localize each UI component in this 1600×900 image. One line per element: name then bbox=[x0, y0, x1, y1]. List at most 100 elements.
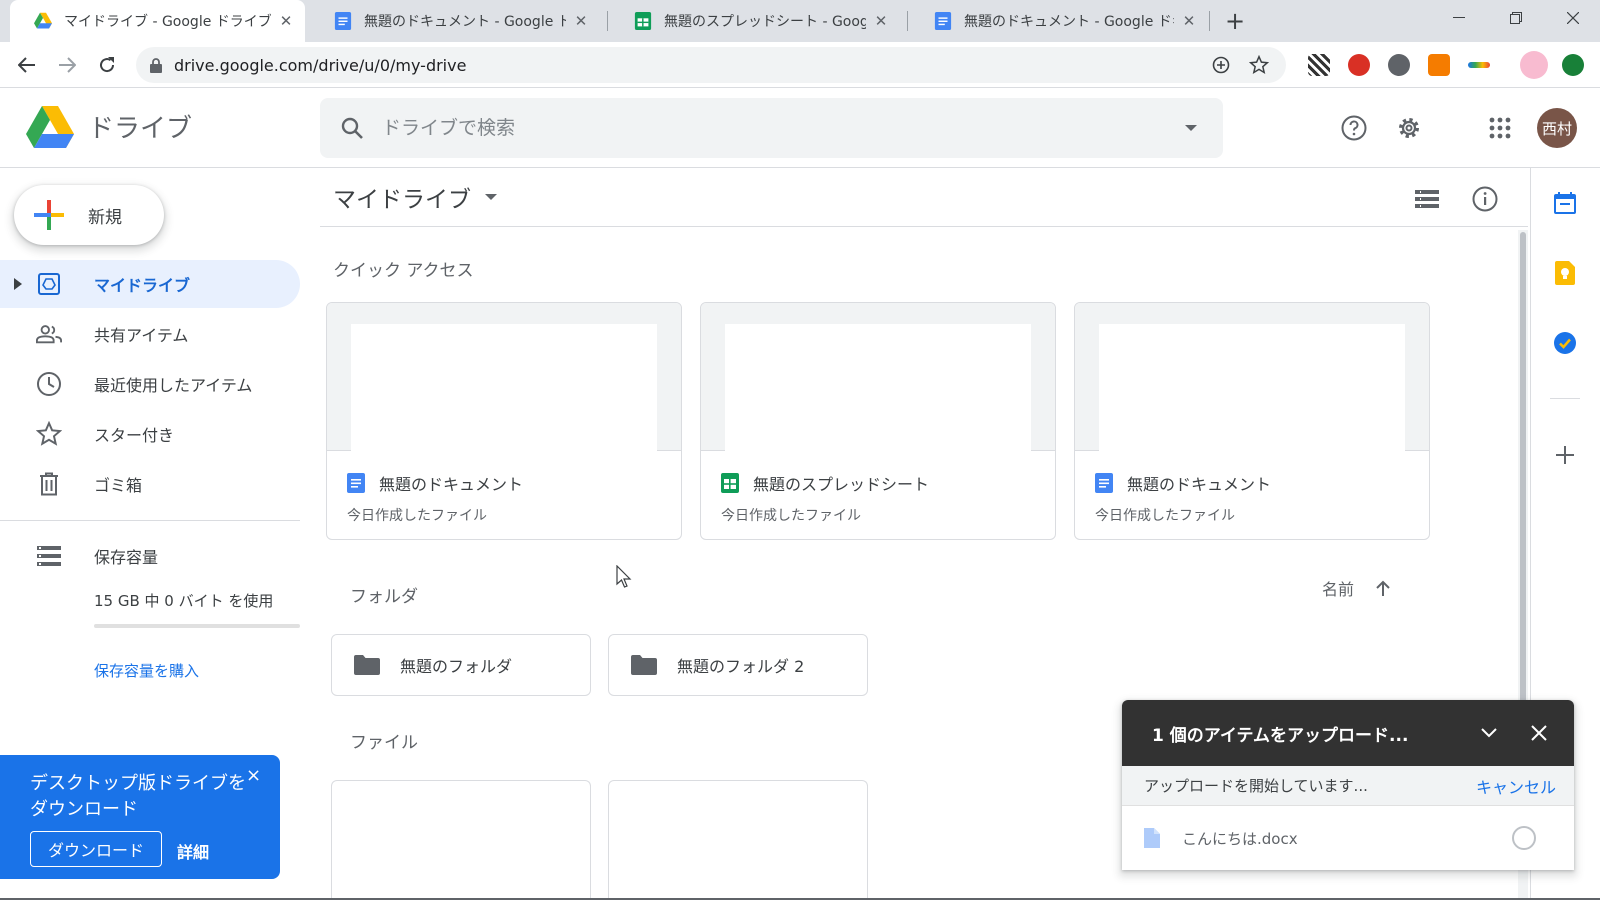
browser-tab-sheets[interactable]: 無題のスプレッドシート - Google スプ ✕ bbox=[610, 0, 900, 42]
file-subtitle: 今日作成したファイル bbox=[1095, 508, 1235, 524]
tab-close-icon[interactable]: ✕ bbox=[872, 12, 890, 30]
address-bar[interactable]: drive.google.com/drive/u/0/my-drive bbox=[136, 47, 1286, 83]
docs-icon bbox=[347, 473, 365, 493]
browser-tab-docs-1[interactable]: 無題のドキュメント - Google ドキュメ ✕ bbox=[310, 0, 600, 42]
rainbow-extension-icon[interactable] bbox=[1468, 62, 1490, 68]
folder-item[interactable]: 無題のフォルダ bbox=[331, 634, 591, 696]
my-drive-title-dropdown[interactable]: マイドライブ bbox=[333, 180, 497, 214]
skype-extension-icon[interactable] bbox=[1388, 54, 1410, 76]
expand-arrow-icon[interactable] bbox=[14, 278, 22, 290]
upload-status-row: アップロードを開始しています... キャンセル bbox=[1122, 766, 1574, 806]
file-card[interactable] bbox=[331, 780, 591, 900]
buy-storage-link[interactable]: 保存容量を購入 bbox=[94, 660, 199, 681]
browser-tab-docs-2[interactable]: 無題のドキュメント - Google ドキュメ ✕ bbox=[910, 0, 1208, 42]
search-options-chevron-down-icon[interactable] bbox=[1171, 125, 1211, 131]
collapse-chevron-down-icon[interactable] bbox=[1474, 718, 1504, 748]
update-arrow-icon[interactable] bbox=[1562, 54, 1584, 76]
tab-title: 無題のドキュメント - Google ドキュメ bbox=[364, 14, 566, 30]
red-extension-icon[interactable] bbox=[1348, 54, 1370, 76]
tab-title: 無題のドキュメント - Google ドキュメ bbox=[964, 14, 1174, 30]
brand-name: ドライブ bbox=[88, 114, 193, 144]
new-button-label: 新規 bbox=[88, 207, 122, 228]
info-icon[interactable] bbox=[1470, 184, 1500, 214]
sidebar-item-shared[interactable]: 共有アイテム bbox=[0, 310, 300, 358]
document-file-icon bbox=[1144, 828, 1160, 848]
add-addon-plus-icon[interactable] bbox=[1552, 442, 1578, 468]
minimize-button[interactable] bbox=[1430, 0, 1488, 36]
star-bookmark-icon[interactable] bbox=[1248, 54, 1270, 76]
sidebar-item-label: ゴミ箱 bbox=[94, 476, 143, 495]
add-bookmark-plus-icon[interactable] bbox=[1210, 54, 1232, 76]
browser-tab-bar: マイドライブ - Google ドライブ ✕ 無題のドキュメント - Googl… bbox=[0, 0, 1600, 42]
tab-close-icon[interactable]: ✕ bbox=[1180, 12, 1198, 30]
sidebar-item-label: マイドライブ bbox=[94, 276, 191, 295]
promo-close-icon[interactable]: × bbox=[246, 765, 261, 786]
side-panel-divider bbox=[1550, 398, 1580, 399]
help-icon[interactable] bbox=[1338, 112, 1370, 144]
sidebar-item-trash[interactable]: ゴミ箱 bbox=[0, 460, 300, 508]
browser-toolbar: drive.google.com/drive/u/0/my-drive bbox=[0, 42, 1600, 88]
arrow-up-icon[interactable] bbox=[1376, 580, 1390, 596]
browser-tab-drive[interactable]: マイドライブ - Google ドライブ ✕ bbox=[10, 0, 305, 42]
upload-file-name: こんにちは.docx bbox=[1182, 829, 1298, 848]
file-subtitle: 今日作成したファイル bbox=[721, 508, 861, 524]
profile-glasses-icon[interactable] bbox=[1520, 51, 1548, 79]
new-button[interactable]: 新規 bbox=[14, 185, 164, 245]
close-upload-icon[interactable] bbox=[1524, 718, 1554, 748]
qr-extension-icon[interactable] bbox=[1308, 54, 1330, 76]
plus-multicolor-icon bbox=[34, 200, 64, 230]
settings-gear-icon[interactable] bbox=[1393, 112, 1425, 144]
tab-close-icon[interactable]: ✕ bbox=[572, 12, 590, 30]
upload-status-text: アップロードを開始しています... bbox=[1144, 777, 1368, 795]
desktop-promo-card: デスクトップ版ドライブをダウンロード × ダウンロード 詳細 bbox=[0, 755, 280, 879]
storage-usage-bar bbox=[94, 624, 300, 628]
quick-access-card[interactable]: 無題のドキュメント 今日作成したファイル bbox=[1074, 302, 1430, 540]
tasks-icon[interactable] bbox=[1552, 330, 1578, 356]
sidebar-item-label: スター付き bbox=[94, 426, 175, 445]
sheets-icon bbox=[634, 12, 652, 30]
sidebar-divider bbox=[0, 520, 300, 521]
back-button[interactable] bbox=[12, 50, 42, 80]
tab-separator bbox=[607, 11, 608, 31]
close-window-button[interactable] bbox=[1544, 0, 1600, 36]
sidebar-item-label: 保存容量 bbox=[94, 548, 159, 567]
tab-close-icon[interactable]: ✕ bbox=[277, 12, 295, 30]
folder-icon bbox=[631, 655, 657, 675]
search-bar[interactable] bbox=[320, 98, 1223, 158]
storage-icon bbox=[36, 543, 62, 569]
quick-access-card[interactable]: 無題のドキュメント 今日作成したファイル bbox=[326, 302, 682, 540]
folder-name: 無題のフォルダ 2 bbox=[677, 657, 805, 676]
download-button[interactable]: ダウンロード bbox=[30, 831, 162, 867]
reload-button[interactable] bbox=[92, 50, 122, 80]
account-avatar[interactable]: 西村 bbox=[1537, 108, 1577, 148]
quick-access-heading: クイック アクセス bbox=[333, 261, 474, 281]
file-card[interactable] bbox=[608, 780, 868, 900]
list-view-icon[interactable] bbox=[1412, 184, 1442, 214]
search-input[interactable] bbox=[382, 117, 1171, 139]
sidebar-item-starred[interactable]: スター付き bbox=[0, 410, 300, 458]
forward-button[interactable] bbox=[52, 50, 82, 80]
sidebar-item-recent[interactable]: 最近使用したアイテム bbox=[0, 360, 300, 408]
sort-by-name[interactable]: 名前 bbox=[1322, 576, 1390, 600]
folder-item[interactable]: 無題のフォルダ 2 bbox=[608, 634, 868, 696]
calendar-icon[interactable] bbox=[1552, 190, 1578, 216]
page-title: マイドライブ bbox=[333, 187, 471, 213]
minimize-icon bbox=[1453, 17, 1465, 18]
quick-access-card[interactable]: 無題のスプレッドシート 今日作成したファイル bbox=[700, 302, 1056, 540]
file-subtitle: 今日作成したファイル bbox=[347, 508, 487, 524]
folder-icon bbox=[354, 655, 380, 675]
tab-separator bbox=[907, 11, 908, 31]
sidebar-item-storage[interactable]: 保存容量 bbox=[0, 532, 300, 580]
keep-icon[interactable] bbox=[1552, 260, 1578, 286]
new-tab-button[interactable]: + bbox=[1222, 7, 1248, 35]
chart-extension-icon[interactable] bbox=[1428, 54, 1450, 76]
sidebar-item-my-drive[interactable]: マイドライブ bbox=[0, 260, 300, 308]
apps-grid-icon[interactable] bbox=[1484, 112, 1516, 144]
storage-usage-text: 15 GB 中 0 バイト を使用 bbox=[94, 592, 274, 610]
main-scrollbar-thumb[interactable] bbox=[1520, 232, 1526, 712]
search-icon bbox=[341, 117, 363, 139]
cancel-upload-button[interactable]: キャンセル bbox=[1476, 774, 1556, 798]
details-link[interactable]: 詳細 bbox=[177, 839, 209, 863]
sidebar-item-label: 共有アイテム bbox=[94, 326, 189, 345]
restore-button[interactable] bbox=[1487, 0, 1545, 36]
